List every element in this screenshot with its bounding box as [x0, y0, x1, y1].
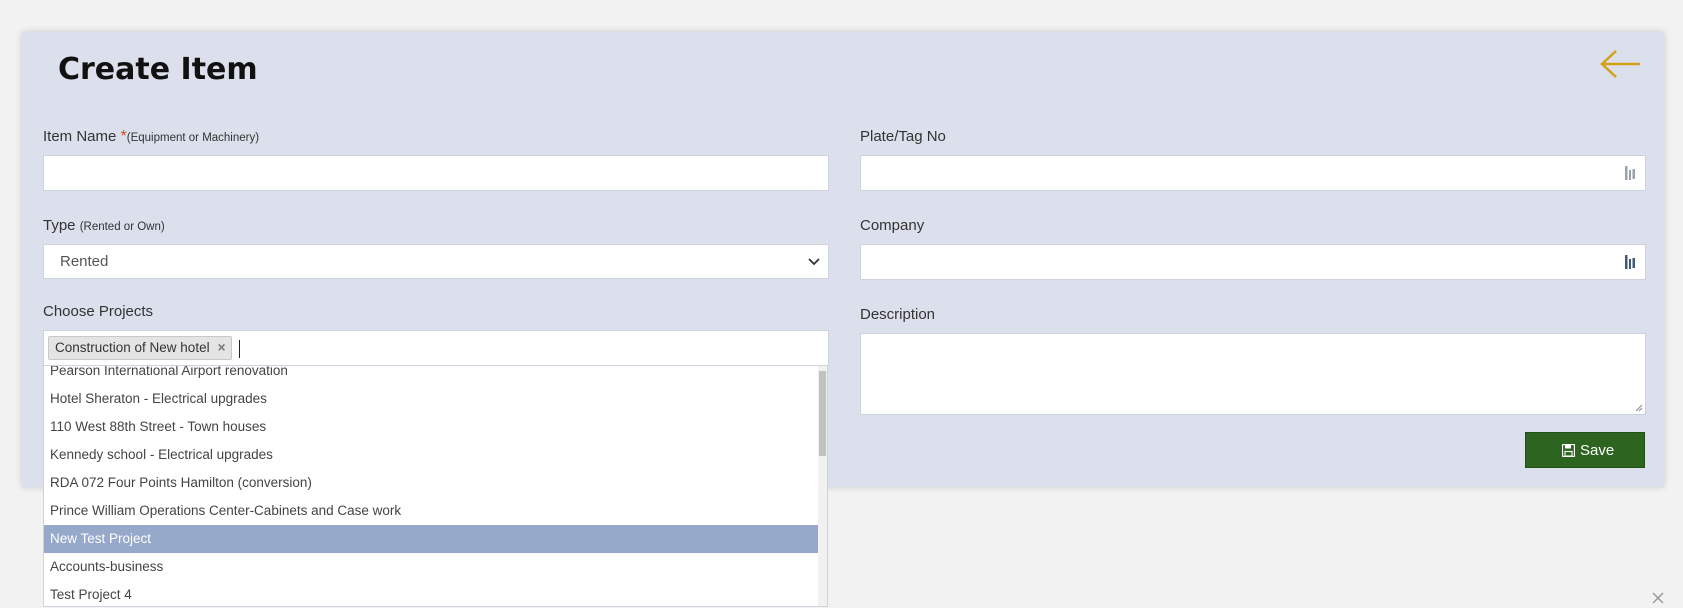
floppy-disk-icon [1562, 444, 1575, 457]
item-name-hint: (Equipment or Machinery) [126, 132, 260, 144]
arrow-left-icon[interactable] [1598, 46, 1644, 82]
page-title: Create Item [58, 52, 258, 87]
list-item[interactable]: Kennedy school - Electrical upgrades [44, 441, 820, 469]
item-name-input[interactable] [43, 155, 829, 191]
project-chip-label: Construction of New hotel [55, 340, 210, 355]
list-item-highlighted[interactable]: New Test Project [44, 525, 820, 553]
type-label-text: Type [43, 217, 80, 234]
type-label: Type (Rented or Own) [43, 217, 165, 234]
scrollbar-thumb[interactable] [819, 371, 826, 456]
description-label: Description [860, 306, 936, 323]
item-name-label-text: Item Name [43, 128, 121, 145]
list-item[interactable]: RDA 072 Four Points Hamilton (conversion… [44, 469, 820, 497]
save-label: Save [1580, 442, 1615, 459]
type-hint: (Rented or Own) [79, 221, 165, 233]
list-item[interactable]: Pearson International Airport renovation [44, 366, 820, 385]
picker-icon[interactable] [1625, 165, 1637, 181]
dropdown-scrollbar[interactable] [818, 366, 827, 606]
type-select[interactable]: Rented [43, 244, 829, 279]
projects-multiselect[interactable]: Construction of New hotel × [43, 330, 829, 366]
projects-label: Choose Projects [43, 303, 154, 320]
company-label: Company [860, 217, 925, 234]
close-icon[interactable] [1652, 592, 1664, 604]
projects-dropdown: Pearson International Airport renovation… [43, 365, 828, 607]
plate-tag-label: Plate/Tag No [860, 128, 946, 145]
plate-tag-input[interactable] [860, 155, 1646, 191]
picker-icon[interactable] [1625, 254, 1637, 270]
projects-dropdown-list: Pearson International Airport renovation… [44, 366, 820, 606]
company-input[interactable] [860, 244, 1646, 280]
save-button[interactable]: Save [1525, 432, 1645, 468]
list-item[interactable]: Test Project 4 [44, 581, 820, 606]
chevron-down-icon [808, 258, 820, 266]
list-item[interactable]: Hotel Sheraton - Electrical upgrades [44, 385, 820, 413]
list-item[interactable]: Accounts-business [44, 553, 820, 581]
list-item[interactable]: 110 West 88th Street - Town houses [44, 413, 820, 441]
item-name-label: Item Name *(Equipment or Machinery) [43, 128, 259, 146]
list-item[interactable]: Prince William Operations Center-Cabinet… [44, 497, 820, 525]
resize-grip-icon[interactable] [1635, 404, 1643, 412]
description-textarea[interactable] [860, 333, 1646, 415]
chip-remove-button[interactable]: × [218, 337, 226, 359]
type-selected-value: Rented [60, 253, 109, 270]
project-chip: Construction of New hotel × [48, 336, 233, 360]
text-caret [239, 340, 240, 358]
